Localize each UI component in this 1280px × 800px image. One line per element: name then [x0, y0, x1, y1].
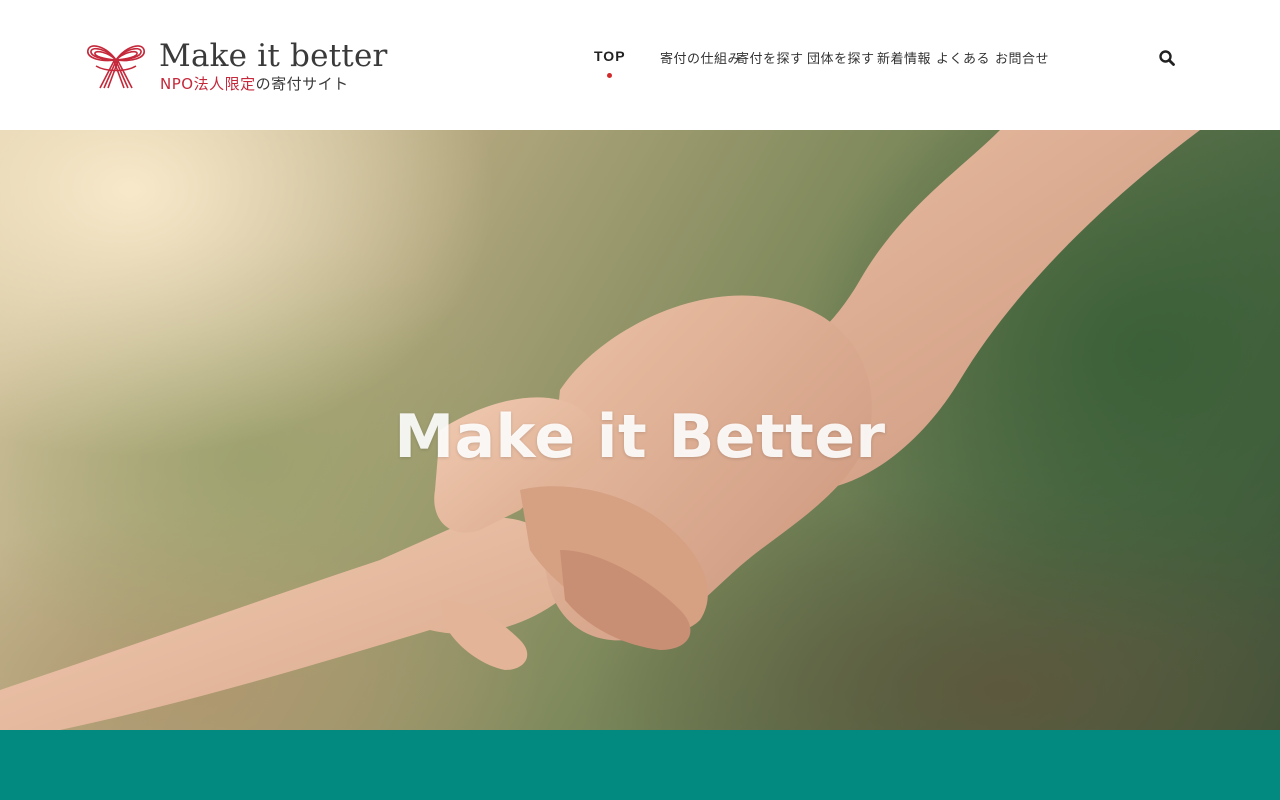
- search-icon: [1159, 50, 1175, 66]
- nav-item-find-donation[interactable]: 寄付を探す: [736, 48, 804, 67]
- hero-title: Make it Better: [394, 402, 886, 472]
- nav-item-how-it-works[interactable]: 寄付の仕組み: [660, 48, 741, 67]
- logo-subtitle-rest: の寄付サイト: [255, 75, 349, 93]
- logo-subtitle-npo: NPO法人限定: [160, 75, 256, 93]
- nav-item-contact[interactable]: お問合せ: [995, 48, 1049, 67]
- nav-item-faq[interactable]: よくある: [936, 48, 990, 67]
- logo-subtitle: NPO法人限定の寄付サイト: [160, 73, 349, 94]
- nav-item-news[interactable]: 新着情報: [877, 48, 931, 67]
- active-nav-indicator: [607, 73, 612, 78]
- main-nav: TOP 寄付の仕組み 寄付を探す 団体を探す 新着情報 よくある お問合せ: [0, 48, 1280, 68]
- nav-item-top[interactable]: TOP: [594, 48, 626, 64]
- site-header: Make it better NPO法人限定の寄付サイト TOP 寄付の仕組み …: [0, 0, 1280, 130]
- hero-banner: Make it Better: [0, 130, 1280, 730]
- teal-section-band: [0, 730, 1280, 800]
- search-button[interactable]: [1158, 49, 1176, 67]
- nav-item-find-organization[interactable]: 団体を探す: [807, 48, 875, 67]
